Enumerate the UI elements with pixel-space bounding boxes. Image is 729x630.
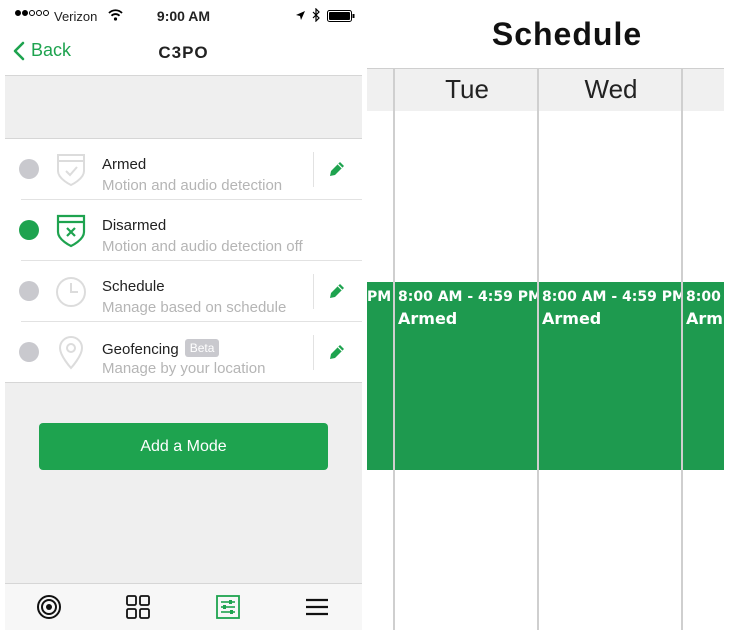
schedule-block-partial-left[interactable]: PM [367,282,393,470]
day-header: Tue Wed [367,68,724,111]
edit-pencil-icon[interactable] [327,159,347,179]
block-time: PM [367,289,392,305]
mode-radio[interactable] [19,281,39,301]
column-divider [681,68,683,630]
clock-icon [56,277,86,307]
tab-bar [5,583,362,630]
shield-x-icon [56,214,86,248]
divider [313,152,314,187]
edit-pencil-icon[interactable] [327,342,347,362]
location-arrow-icon [296,11,305,20]
add-mode-button[interactable]: Add a Mode [39,423,328,470]
clock-time: 9:00 AM [156,8,211,24]
schedule-block-partial-right[interactable]: 8:00 Arm [683,282,724,470]
schedule-block-tue[interactable]: 8:00 AM - 4:59 PM Armed [395,282,542,470]
location-pin-icon [58,336,84,370]
mode-subtitle: Manage by your location [102,360,266,377]
block-mode: Armed [398,309,458,328]
sliders-icon[interactable] [215,594,241,620]
mode-subtitle: Manage based on schedule [102,299,287,316]
mode-settings-screen: Verizon 9:00 AM Back C3PO Armed Motion a… [5,0,362,630]
edit-pencil-icon[interactable] [327,281,347,301]
camera-icon[interactable] [36,594,62,620]
schedule-title: Schedule [491,16,643,52]
status-bar: Verizon 9:00 AM [5,0,362,32]
block-time: 8:00 AM - 4:59 PM [398,289,542,305]
divider [313,274,314,309]
column-divider [537,68,539,630]
battery-icon [327,10,355,22]
schedule-screen: Schedule Tue Wed PM 8:00 AM - 4:59 PM Ar… [367,0,724,630]
mode-subtitle: Motion and audio detection [102,177,283,194]
block-time: 8:00 AM - 4:59 PM [542,289,686,305]
navigation-bar: Back C3PO [5,32,362,76]
mode-title: Armed [102,156,147,173]
block-mode: Armed [542,309,602,328]
mode-row-geofencing[interactable]: Geofencing Beta Manage by your location [5,322,362,383]
mode-subtitle: Motion and audio detection off [102,238,303,255]
schedule-block-wed[interactable]: 8:00 AM - 4:59 PM Armed [539,282,686,470]
mode-list: Armed Motion and audio detection Disarme… [5,138,362,383]
mode-title: Schedule [102,278,165,295]
mode-radio[interactable] [19,159,39,179]
mode-row-disarmed[interactable]: Disarmed Motion and audio detection off [5,200,362,261]
divider [313,335,314,370]
menu-icon[interactable] [304,594,330,620]
page-title: C3PO [158,43,209,62]
block-time: 8:00 [686,289,721,305]
mode-title: Disarmed [102,217,167,234]
day-label-wed[interactable]: Wed [539,74,683,105]
column-divider [393,68,395,630]
header-spacer [5,77,362,138]
day-label-tue[interactable]: Tue [395,74,539,105]
mode-row-schedule[interactable]: Schedule Manage based on schedule [5,261,362,322]
mode-radio-selected[interactable] [19,220,39,240]
block-mode: Arm [686,309,723,328]
shield-check-icon [57,154,85,187]
grid-icon[interactable] [125,594,151,620]
mode-title-text: Geofencing [102,341,179,358]
mode-row-armed[interactable]: Armed Motion and audio detection [5,139,362,200]
mode-title: Geofencing Beta [102,339,220,358]
beta-badge: Beta [184,339,220,357]
bluetooth-icon [312,8,320,22]
mode-radio[interactable] [19,342,39,362]
